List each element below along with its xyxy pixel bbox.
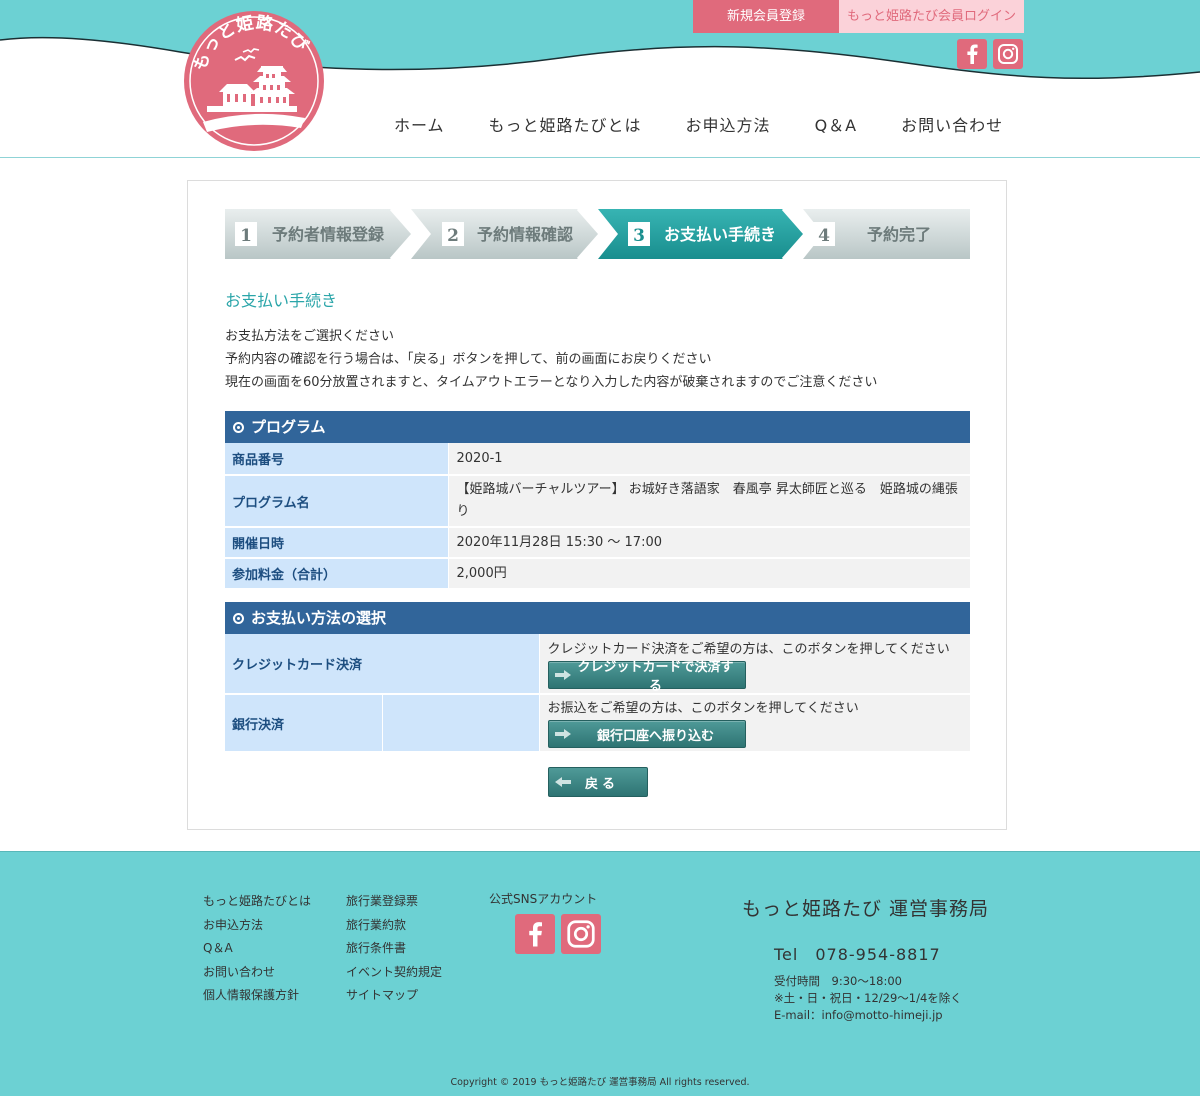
product-number: 2020-1 <box>448 443 970 476</box>
page-title: お支払い手続き <box>225 291 338 310</box>
step-3-label: お支払い手続き <box>664 225 776 244</box>
nav-contact[interactable]: お問い合わせ <box>879 112 1025 140</box>
bullet-icon <box>233 421 244 433</box>
intro-text: お支払方法をご選択ください 予約内容の確認を行う場合は、「戻る」ボタンを押して、… <box>225 325 877 394</box>
step-2: 2 予約情報確認 <box>411 209 602 259</box>
credit-cell: クレジットカード決済をご希望の方は、このボタンを押してください クレジットカード… <box>539 634 970 695</box>
program-section-header: プログラム <box>225 411 970 443</box>
office-holidays: ※土・日・祝日・12/29〜1/4を除く <box>774 991 962 1005</box>
intro-line: お支払方法をご選択ください <box>225 329 395 344</box>
footer-link-about[interactable]: もっと姫路たびとは <box>203 890 311 914</box>
back-button[interactable]: 戻る <box>548 767 648 797</box>
progress-steps: 4 予約完了 3 お支払い手続き 2 予約情報確認 1 予約者情報登録 <box>225 209 970 259</box>
bank-note: お振込をご希望の方は、このボタンを押してください <box>547 701 859 716</box>
payment-table: クレジットカード決済 クレジットカード決済をご希望の方は、このボタンを押してくだ… <box>225 634 970 753</box>
office-info: もっと姫路たび 運営事務局 Tel 078-954-8817 受付時間 9:30… <box>742 894 989 1024</box>
step-1: 1 予約者情報登録 <box>225 209 415 259</box>
arrow-right-icon <box>554 729 571 739</box>
arrow-left-icon <box>555 777 571 787</box>
step-2-number: 2 <box>447 226 459 246</box>
row-label: 開催日時 <box>225 527 449 559</box>
facebook-icon <box>529 922 542 947</box>
step-3-number: 3 <box>633 226 645 246</box>
footer-facebook-link[interactable] <box>515 914 555 954</box>
register-button[interactable]: 新規会員登録 <box>693 0 839 33</box>
program-table: 商品番号 2020-1 プログラム名 【姫路城バーチャルツアー】 お城好き落語家… <box>225 443 970 590</box>
main-panel: 4 予約完了 3 お支払い手続き 2 予約情報確認 1 予約者情報登録 お支払い… <box>187 180 1007 830</box>
program-section: プログラム 商品番号 2020-1 プログラム名 【姫路城バーチャルツアー】 お… <box>225 411 970 590</box>
bank-transfer-button[interactable]: 銀行口座へ振り込む <box>547 720 746 748</box>
office-hours: 受付時間 9:30〜18:00 <box>774 974 902 988</box>
back-button-label: 戻る <box>584 775 619 791</box>
step-1-label: 予約者情報登録 <box>272 225 385 244</box>
login-button[interactable]: もっと姫路たび会員ログイン <box>839 0 1024 33</box>
nav-how-to-apply[interactable]: お申込方法 <box>664 112 793 140</box>
credit-card-pay-button-label: クレジットカードで決済する <box>577 658 734 693</box>
site-header: もっと姫路たび 新規会員登録 もっと姫路たび会員ログイン ホーム もっと姫路たび… <box>0 0 1200 160</box>
footer-link-how-to-apply[interactable]: お申込方法 <box>203 914 311 938</box>
office-tel: Tel 078-954-8817 <box>774 945 941 964</box>
footer-link-faq[interactable]: Q＆A <box>203 937 311 961</box>
footer-link-terms[interactable]: 旅行業約款 <box>346 914 442 938</box>
step-1-number: 1 <box>240 226 252 246</box>
table-row: クレジットカード決済 クレジットカード決済をご希望の方は、このボタンを押してくだ… <box>225 634 970 695</box>
row-label: クレジットカード決済 <box>225 634 540 695</box>
footer-link-conditions[interactable]: 旅行条件書 <box>346 937 442 961</box>
arrow-right-icon <box>554 669 571 680</box>
bullet-icon <box>233 612 244 624</box>
row-label: 参加料金（合計） <box>225 558 449 590</box>
copyright: Copyright © 2019 もっと姫路たび 運営事務局 All right… <box>450 1077 750 1088</box>
intro-line: 現在の画面を60分放置されますと、タイムアウトエラーとなり入力した内容が破棄され… <box>225 375 878 390</box>
header-divider <box>0 157 1200 158</box>
nav-home[interactable]: ホーム <box>372 112 467 140</box>
nav-faq[interactable]: Q＆A <box>793 112 880 140</box>
program-name: 【姫路城バーチャルツアー】 お城好き落語家 春風亭 昇太師匠と巡る 姫路城の縄張… <box>448 475 970 528</box>
office-name: もっと姫路たび 運営事務局 <box>742 898 990 920</box>
footer-link-event-rules[interactable]: イベント契約規定 <box>346 961 442 985</box>
payment-section: お支払い方法の選択 クレジットカード決済 クレジットカード決済をご希望の方は、こ… <box>225 602 970 753</box>
step-4-label: 予約完了 <box>867 225 931 244</box>
global-nav: ホーム もっと姫路たびとは お申込方法 Q＆A お問い合わせ <box>372 112 1025 140</box>
table-row: 開催日時 2020年11月28日 15:30 〜 17:00 <box>225 527 970 559</box>
total-fee: 2,000円 <box>448 558 970 590</box>
step-3: 3 お支払い手続き <box>598 209 807 259</box>
site-logo[interactable]: もっと姫路たび <box>183 10 325 152</box>
footer-instagram-link[interactable] <box>561 914 601 954</box>
row-label: 銀行決済 <box>225 694 383 753</box>
intro-line: 予約内容の確認を行う場合は、「戻る」ボタンを押して、前の画面にお戻りください <box>225 352 712 367</box>
program-section-title: プログラム <box>251 418 326 436</box>
office-email: E-mail：info@motto-himeji.jp <box>774 1008 943 1022</box>
step-4: 4 予約完了 <box>803 209 970 259</box>
credit-card-pay-button[interactable]: クレジットカードで決済する <box>547 659 746 693</box>
payment-section-title: お支払い方法の選択 <box>251 609 387 627</box>
table-row: 銀行決済 お振込をご希望の方は、このボタンを押してください 銀行口座へ振り込む <box>225 694 970 753</box>
row-label: プログラム名 <box>225 475 449 528</box>
instagram-link[interactable] <box>993 39 1023 69</box>
sns-title: 公式SNSアカウント <box>489 892 598 906</box>
site-footer: もっと姫路たびとは お申込方法 Q＆A お問い合わせ 個人情報保護方針 旅行業登… <box>0 851 1200 1096</box>
instagram-icon <box>998 44 1018 64</box>
event-datetime: 2020年11月28日 15:30 〜 17:00 <box>448 527 970 559</box>
footer-link-registration[interactable]: 旅行業登録票 <box>346 890 442 914</box>
footer-link-privacy[interactable]: 個人情報保護方針 <box>203 984 311 1008</box>
castle-logo-icon: もっと姫路たび <box>184 11 324 151</box>
facebook-icon <box>967 44 978 64</box>
facebook-link[interactable] <box>957 39 987 69</box>
footer-links-2: 旅行業登録票 旅行業約款 旅行条件書 イベント契約規定 サイトマップ <box>346 890 442 1008</box>
row-label: 商品番号 <box>225 443 449 476</box>
step-2-label: 予約情報確認 <box>477 225 573 244</box>
footer-links-1: もっと姫路たびとは お申込方法 Q＆A お問い合わせ 個人情報保護方針 <box>203 890 311 1008</box>
nav-about[interactable]: もっと姫路たびとは <box>467 112 664 140</box>
instagram-icon <box>567 920 595 948</box>
footer-link-contact[interactable]: お問い合わせ <box>203 961 311 985</box>
table-row: 商品番号 2020-1 <box>225 443 970 476</box>
table-row: 参加料金（合計） 2,000円 <box>225 558 970 590</box>
payment-section-header: お支払い方法の選択 <box>225 602 970 634</box>
bank-cell: お振込をご希望の方は、このボタンを押してください 銀行口座へ振り込む <box>539 694 970 753</box>
table-row: プログラム名 【姫路城バーチャルツアー】 お城好き落語家 春風亭 昇太師匠と巡る… <box>225 475 970 528</box>
bank-transfer-button-label: 銀行口座へ振り込む <box>596 727 714 743</box>
footer-link-sitemap[interactable]: サイトマップ <box>346 984 442 1008</box>
empty-cell <box>382 694 540 753</box>
step-4-number: 4 <box>818 226 830 246</box>
